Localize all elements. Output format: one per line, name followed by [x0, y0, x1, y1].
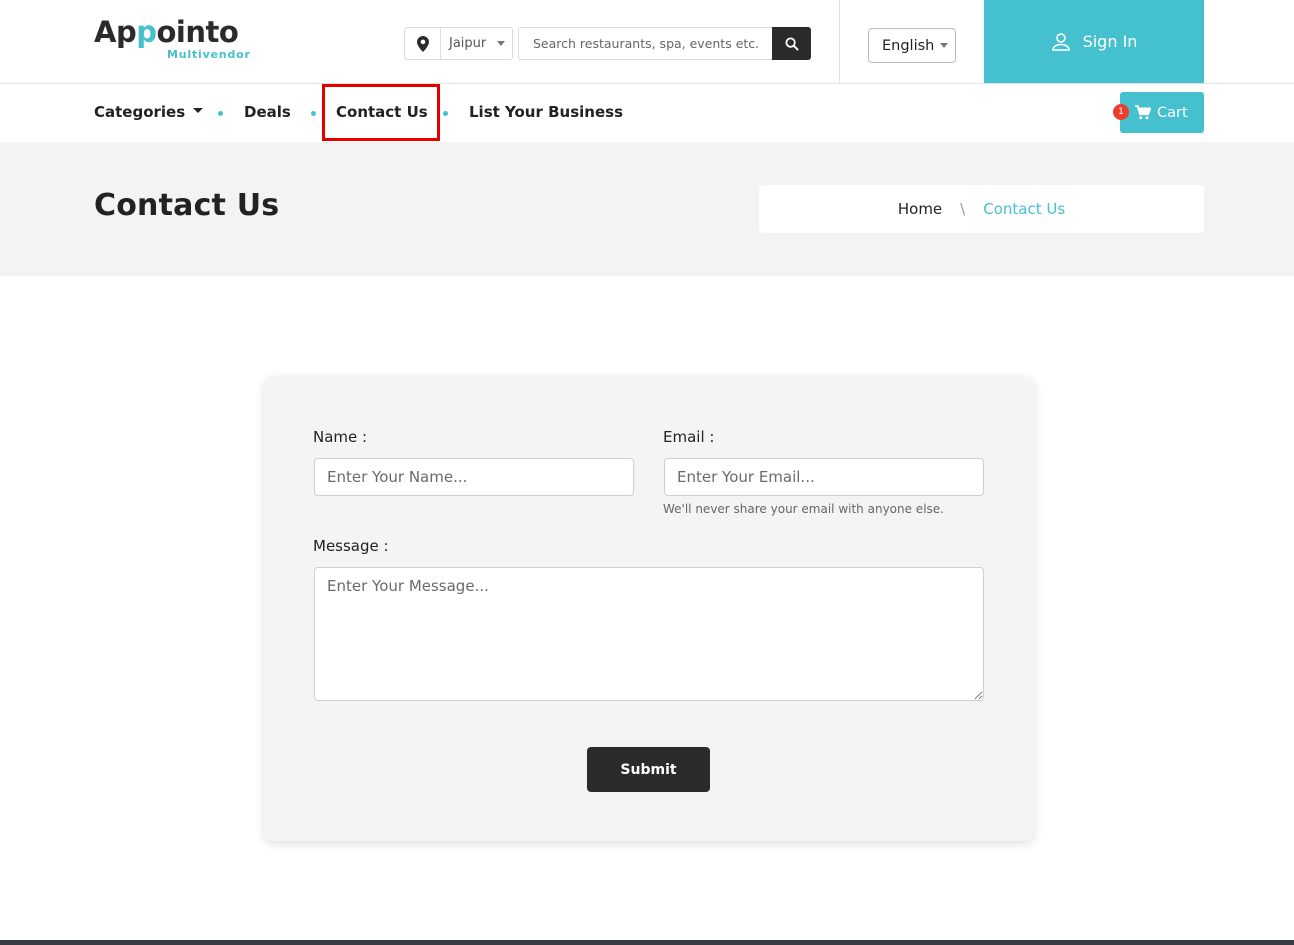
breadcrumb-home-link[interactable]: Home — [898, 200, 942, 218]
nav-item-contact-us[interactable]: Contact Us — [336, 103, 428, 121]
search-input[interactable] — [518, 27, 774, 60]
message-textarea[interactable] — [314, 567, 984, 701]
brand-name: Appointo — [94, 14, 239, 50]
nav-item-deals[interactable]: Deals — [244, 103, 291, 121]
main-nav: Categories Deals Contact Us List Your Bu… — [0, 84, 1294, 142]
nav-separator-dot — [311, 111, 316, 116]
nav-item-list-your-business[interactable]: List Your Business — [469, 103, 623, 121]
footer-edge — [0, 940, 1294, 945]
breadcrumb-separator: \ — [960, 200, 966, 218]
email-help-text: We'll never share your email with anyone… — [663, 502, 944, 516]
brand-name-part2: ointo — [156, 15, 239, 49]
user-icon — [1051, 32, 1070, 51]
sign-in-button[interactable]: Sign In — [984, 0, 1204, 83]
email-label: Email : — [663, 428, 715, 446]
header-divider — [839, 0, 840, 84]
nav-item-categories[interactable]: Categories — [94, 103, 204, 121]
location-value: Jaipur — [449, 36, 487, 51]
language-value: English — [882, 37, 935, 54]
chevron-down-icon — [497, 41, 505, 46]
search-icon — [785, 37, 799, 51]
brand-name-part1: Ap — [94, 15, 137, 49]
map-pin-icon — [405, 28, 441, 59]
nav-separator-dot — [443, 111, 448, 116]
language-select[interactable]: English — [868, 28, 956, 63]
sign-in-label: Sign In — [1082, 32, 1138, 51]
top-header: Appointo Multivendor Jaipur English Sign… — [0, 0, 1294, 84]
cart-button[interactable]: Cart — [1120, 92, 1204, 133]
contact-form-card: Name : Email : We'll never share your em… — [264, 376, 1034, 841]
name-label: Name : — [313, 428, 368, 446]
page-title: Contact Us — [94, 188, 280, 223]
search-button[interactable] — [772, 27, 811, 60]
email-input[interactable] — [664, 458, 984, 496]
breadcrumb: Home \ Contact Us — [759, 185, 1204, 233]
brand-name-accent: p — [136, 15, 157, 49]
cart-count-badge: 1 — [1113, 104, 1129, 120]
message-label: Message : — [313, 537, 389, 555]
nav-separator-dot — [218, 111, 223, 116]
brand-tagline: Multivendor — [167, 48, 251, 61]
page-banner: Contact Us Home \ Contact Us — [0, 142, 1294, 276]
caret-down-icon — [193, 108, 204, 113]
brand-logo[interactable]: Appointo Multivendor — [94, 14, 250, 61]
nav-item-categories-label: Categories — [94, 103, 186, 121]
location-select[interactable]: Jaipur — [404, 27, 513, 60]
cart-icon — [1135, 105, 1151, 120]
chevron-down-icon — [940, 43, 948, 48]
name-input[interactable] — [314, 458, 634, 496]
cart-label: Cart — [1157, 104, 1188, 121]
submit-button[interactable]: Submit — [587, 747, 710, 792]
breadcrumb-current: Contact Us — [983, 200, 1066, 218]
